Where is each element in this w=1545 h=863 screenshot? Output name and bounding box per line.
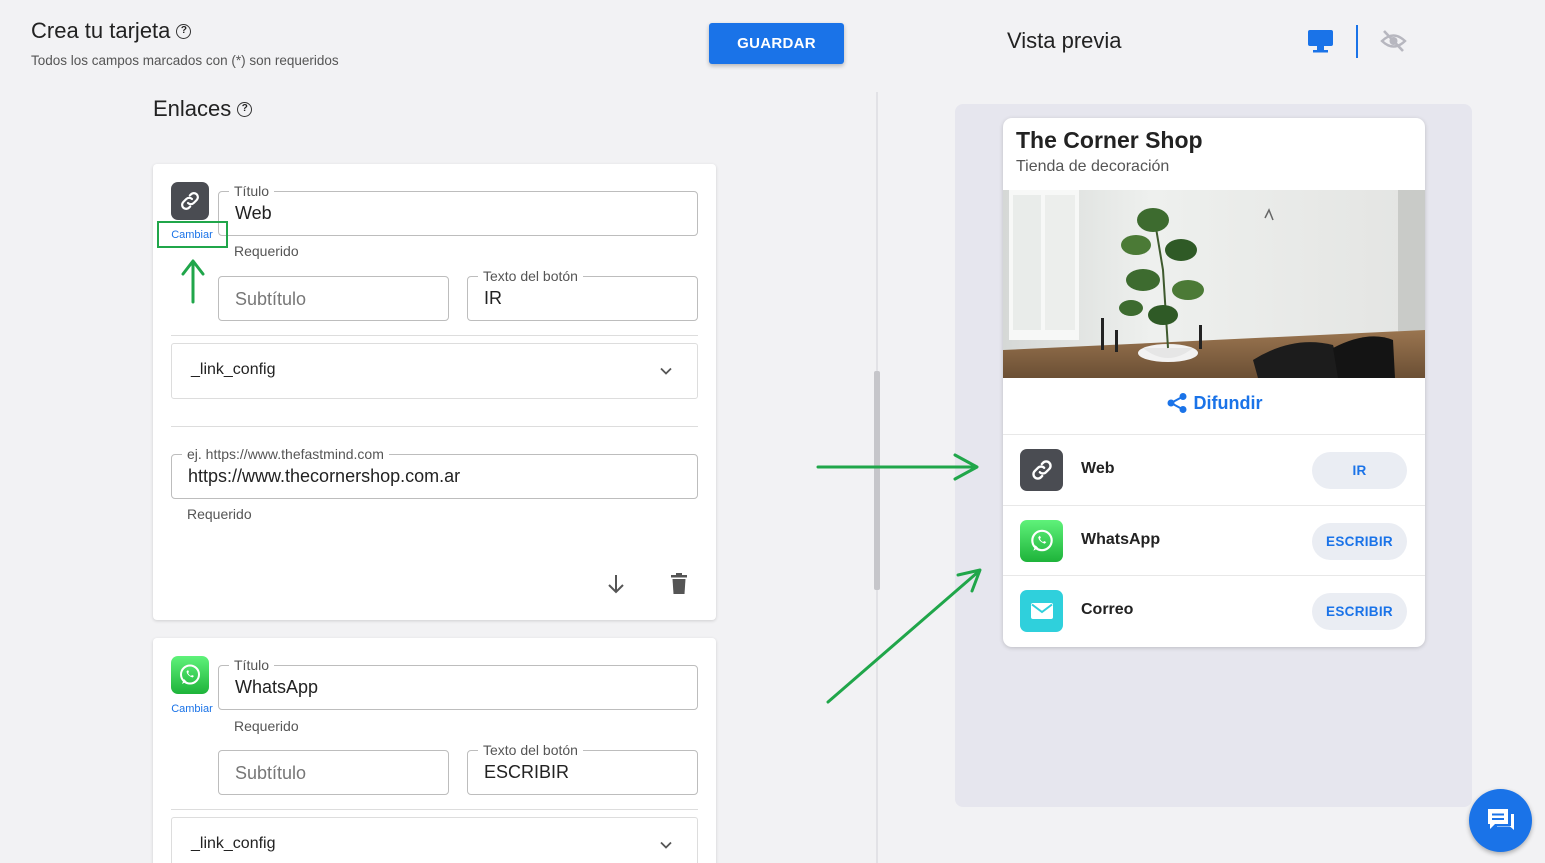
help-icon[interactable]: ? xyxy=(176,23,192,39)
mail-icon xyxy=(1020,590,1063,632)
toolbar-separator xyxy=(1356,25,1358,58)
link-card-web: Cambiar Título Web Requerido Subtítulo T… xyxy=(153,164,716,620)
preview-item-button[interactable]: IR xyxy=(1312,452,1407,489)
page-subtitle: Todos los campos marcados con (*) son re… xyxy=(31,53,339,68)
title-value: Web xyxy=(235,203,272,223)
preview-item-button[interactable]: ESCRIBIR xyxy=(1312,523,1407,560)
monitor-icon[interactable] xyxy=(1307,29,1334,54)
share-label: Difundir xyxy=(1193,392,1263,413)
link-config-label: _link_config xyxy=(191,835,276,852)
url-value: https://www.thecornershop.com.ar xyxy=(188,466,461,486)
preview-item-label: Correo xyxy=(1081,601,1134,618)
scrollbar-thumb[interactable] xyxy=(874,371,880,590)
title-input[interactable]: Título Web xyxy=(218,183,698,236)
chevron-down-icon xyxy=(660,841,672,849)
preview-item-email: Correo ESCRIBIR xyxy=(1003,575,1425,645)
shop-subtitle: Tienda de decoración xyxy=(1016,158,1170,175)
save-button[interactable]: GUARDAR xyxy=(709,23,844,64)
whatsapp-icon[interactable] xyxy=(171,656,209,694)
preview-item-whatsapp: WhatsApp ESCRIBIR xyxy=(1003,505,1425,575)
annotation-highlight-box xyxy=(157,221,228,248)
preview-item-label: Web xyxy=(1081,460,1115,477)
whatsapp-icon xyxy=(1020,520,1063,562)
button-text-label: Texto del botón xyxy=(478,268,583,284)
title-label: Título xyxy=(229,657,275,673)
button-text-value: IR xyxy=(484,288,502,308)
share-button[interactable]: Difundir xyxy=(1003,392,1425,414)
move-down-icon[interactable] xyxy=(605,573,627,595)
url-input[interactable]: ej. https://www.thefastmind.com https://… xyxy=(171,446,698,499)
share-icon xyxy=(1167,393,1186,413)
subtitle-placeholder: Subtítulo xyxy=(235,763,307,783)
preview-item-button[interactable]: ESCRIBIR xyxy=(1312,593,1407,630)
link-icon xyxy=(1020,449,1063,491)
cover-photo xyxy=(1003,190,1425,378)
preview-title: Vista previa xyxy=(1007,28,1122,53)
title-label: Título xyxy=(229,183,275,199)
card-preview: The Corner Shop Tienda de decoración Dif… xyxy=(1003,118,1425,647)
help-icon[interactable]: ? xyxy=(237,101,253,117)
divider xyxy=(171,809,698,810)
title-input[interactable]: Título WhatsApp xyxy=(218,657,698,710)
page-title-text: Crea tu tarjeta xyxy=(31,18,171,43)
chevron-down-icon xyxy=(660,367,672,375)
preview-item-label: WhatsApp xyxy=(1081,531,1161,548)
link-card-whatsapp: Cambiar Título WhatsApp Requerido Subtít… xyxy=(153,638,716,863)
subtitle-input[interactable]: Subtítulo xyxy=(218,276,449,321)
divider xyxy=(171,335,698,336)
chat-icon xyxy=(1487,808,1514,830)
shop-name: The Corner Shop xyxy=(1016,127,1203,153)
link-config-expander[interactable]: _link_config xyxy=(171,343,698,399)
section-title-text: Enlaces xyxy=(153,96,232,121)
annotation-arrow-right xyxy=(816,453,979,481)
preview-item-web: Web IR xyxy=(1003,434,1425,504)
title-helper: Requerido xyxy=(234,718,299,734)
divider xyxy=(171,426,698,427)
delete-icon[interactable] xyxy=(668,572,690,596)
button-text-label: Texto del botón xyxy=(478,742,583,758)
eye-off-icon[interactable] xyxy=(1380,29,1407,53)
button-text-value: ESCRIBIR xyxy=(484,762,570,782)
chat-button[interactable] xyxy=(1469,789,1532,852)
link-icon[interactable] xyxy=(171,182,209,220)
link-config-label: _link_config xyxy=(191,361,276,378)
subtitle-placeholder: Subtítulo xyxy=(235,289,307,309)
url-label: ej. https://www.thefastmind.com xyxy=(182,446,389,462)
title-helper: Requerido xyxy=(234,243,299,259)
url-helper: Requerido xyxy=(187,506,252,522)
subtitle-input[interactable]: Subtítulo xyxy=(218,750,449,795)
button-text-input[interactable]: Texto del botón ESCRIBIR xyxy=(467,742,698,795)
change-icon-whatsapp[interactable]: Cambiar xyxy=(162,703,222,715)
title-value: WhatsApp xyxy=(235,677,319,697)
link-config-expander[interactable]: _link_config xyxy=(171,817,698,863)
button-text-input[interactable]: Texto del botón IR xyxy=(467,268,698,321)
section-title: Enlaces ? xyxy=(153,96,253,122)
page-title: Crea tu tarjeta ? xyxy=(31,18,192,44)
